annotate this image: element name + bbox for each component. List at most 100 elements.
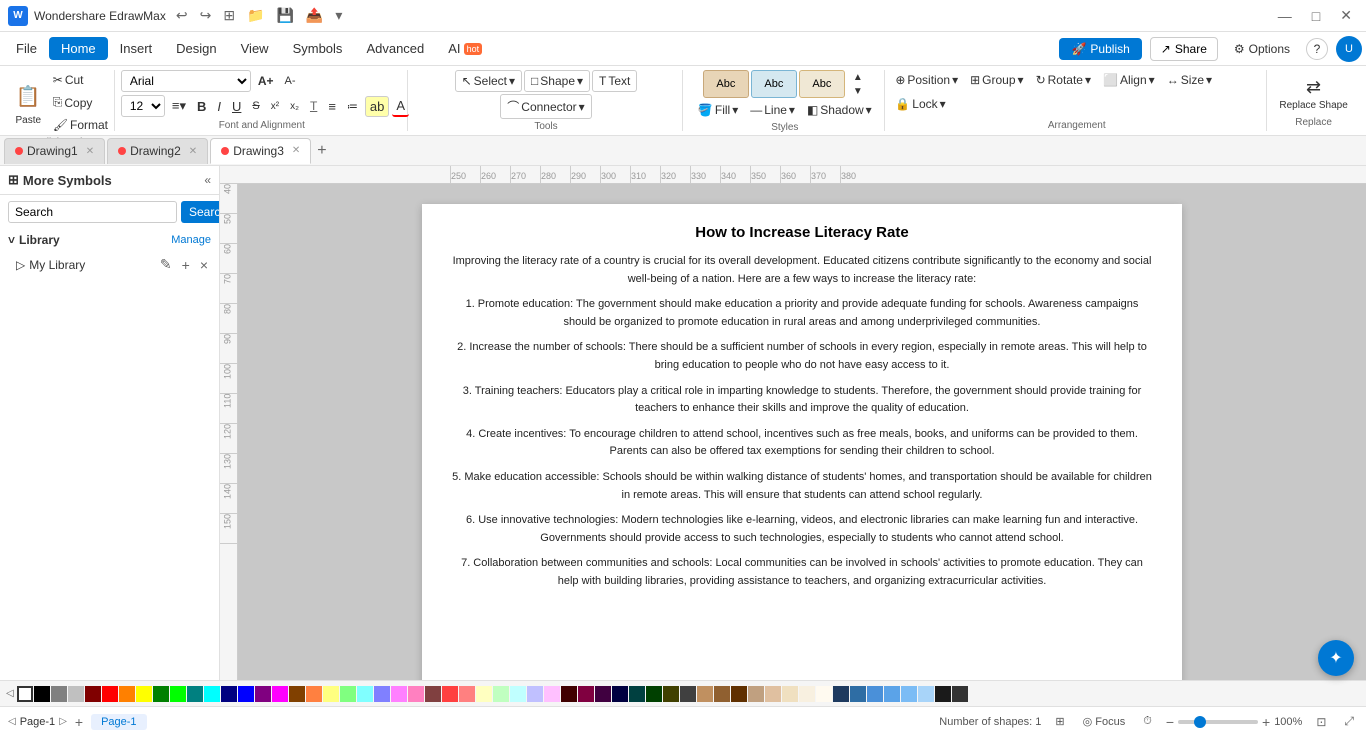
select-button[interactable]: ↖ Select ▾ — [455, 70, 522, 92]
scroll-styles-up-button[interactable]: ▲ — [849, 71, 867, 84]
menu-view[interactable]: View — [229, 37, 281, 60]
share-button[interactable]: ↗ Share — [1150, 37, 1218, 61]
color-swatch-plum[interactable] — [578, 686, 594, 702]
color-swatch-silver[interactable] — [68, 686, 84, 702]
fill-button[interactable]: 🪣 Fill▾ — [694, 100, 742, 120]
color-swatch-nearblack[interactable] — [935, 686, 951, 702]
strikethrough-button[interactable]: S — [248, 98, 263, 114]
shape-button[interactable]: □ Shape ▾ — [524, 70, 590, 92]
connector-button[interactable]: ⌒ Connector ▾ — [500, 94, 591, 119]
copy-button[interactable]: ⎘ Copy — [49, 92, 112, 113]
style-shape-2[interactable]: Abc — [751, 70, 797, 98]
color-swatch-cream[interactable] — [476, 686, 492, 702]
tab-close-drawing1[interactable]: ✕ — [86, 146, 94, 157]
color-swatch-maroon[interactable] — [85, 686, 101, 702]
fit-page-button[interactable]: ⊡ — [1312, 713, 1330, 731]
color-swatch-floralwhite[interactable] — [816, 686, 832, 702]
canvas-page[interactable]: How to Increase Literacy Rate Improving … — [422, 204, 1182, 680]
color-swatch-tan[interactable] — [697, 686, 713, 702]
color-swatch-black[interactable] — [34, 686, 50, 702]
color-swatch-salmon[interactable] — [306, 686, 322, 702]
size-button[interactable]: ↔ Size▾ — [1163, 70, 1216, 90]
close-button[interactable]: ✕ — [1334, 5, 1358, 26]
subscript-button[interactable]: x₂ — [286, 99, 303, 114]
color-swatch-oldlace[interactable] — [799, 686, 815, 702]
font-color-button[interactable]: A — [392, 96, 409, 117]
style-shape-3[interactable]: Abc — [799, 70, 845, 98]
menu-advanced[interactable]: Advanced — [354, 37, 436, 60]
color-swatch-steelblue[interactable] — [850, 686, 866, 702]
help-button[interactable]: ? — [1306, 38, 1328, 60]
color-swatch-lightcyan[interactable] — [357, 686, 373, 702]
ai-assistant-button[interactable]: ✦ — [1318, 640, 1354, 676]
color-swatch-darkplum[interactable] — [595, 686, 611, 702]
rotate-button[interactable]: ↻ Rotate▾ — [1032, 70, 1095, 90]
manage-link[interactable]: Manage — [171, 234, 211, 246]
highlight-button[interactable]: ab — [365, 96, 389, 117]
new-button[interactable]: ⊞ — [219, 5, 239, 26]
active-page-tab[interactable]: Page-1 — [91, 714, 146, 730]
color-swatch-orange[interactable] — [119, 686, 135, 702]
color-swatch-darkmaroon[interactable] — [561, 686, 577, 702]
canvas[interactable]: How to Increase Literacy Rate Improving … — [238, 184, 1366, 680]
italic-button[interactable]: I — [213, 97, 225, 116]
export-button[interactable]: 📤 — [302, 5, 327, 26]
color-arrow-left[interactable]: ◁ — [4, 688, 16, 699]
color-swatch-magenta[interactable] — [272, 686, 288, 702]
style-shape-1[interactable]: Abc — [703, 70, 749, 98]
my-library-edit-button[interactable]: ✎ — [157, 255, 175, 274]
options-button[interactable]: ⚙ Options — [1226, 38, 1298, 60]
line-button[interactable]: — Line▾ — [746, 100, 799, 120]
shadow-button[interactable]: ◧ Shadow▾ — [803, 100, 876, 120]
group-button[interactable]: ⊞ Group▾ — [966, 70, 1027, 90]
superscript-button[interactable]: x² — [267, 99, 283, 114]
color-swatch-darkblue2[interactable] — [833, 686, 849, 702]
search-input[interactable] — [8, 201, 177, 223]
tab-close-drawing2[interactable]: ✕ — [189, 146, 197, 157]
expand-button[interactable]: ⤢ — [1340, 712, 1358, 731]
zoom-in-button[interactable]: + — [1262, 714, 1270, 730]
line-spacing-button[interactable]: ≡ — [324, 97, 340, 116]
cut-button[interactable]: ✂ Cut — [49, 70, 112, 90]
color-swatch-bisque[interactable] — [765, 686, 781, 702]
replace-shape-button[interactable]: ⇄ Replace Shape — [1271, 73, 1355, 115]
save-button[interactable]: 💾 — [272, 5, 297, 26]
color-swatch-red[interactable] — [102, 686, 118, 702]
color-swatch-gray[interactable] — [51, 686, 67, 702]
no-fill-swatch[interactable] — [17, 686, 33, 702]
next-page-button[interactable]: ▷ — [59, 716, 67, 727]
menu-symbols[interactable]: Symbols — [281, 37, 355, 60]
color-swatch-purple[interactable] — [255, 686, 271, 702]
increase-font-button[interactable]: A+ — [254, 72, 278, 90]
maximize-button[interactable]: □ — [1306, 5, 1326, 26]
color-swatch-verydarkgray[interactable] — [952, 686, 968, 702]
underline-button[interactable]: U — [228, 97, 245, 116]
layers-button[interactable]: ⊞ — [1051, 713, 1068, 730]
color-swatch-green[interactable] — [153, 686, 169, 702]
my-library-close-button[interactable]: × — [197, 255, 211, 274]
bold-button[interactable]: B — [193, 97, 210, 116]
tab-drawing2[interactable]: Drawing2 ✕ — [107, 138, 208, 164]
color-swatch-lightgreen[interactable] — [340, 686, 356, 702]
color-swatch-teal[interactable] — [187, 686, 203, 702]
paste-button[interactable]: 📋 — [10, 80, 47, 113]
font-size-select[interactable]: 12 — [121, 95, 165, 117]
open-button[interactable]: 📁 — [243, 5, 268, 26]
more-text-button[interactable]: T — [306, 97, 321, 115]
color-swatch-lime[interactable] — [170, 686, 186, 702]
user-avatar[interactable]: U — [1336, 36, 1362, 62]
color-swatch-olive[interactable] — [663, 686, 679, 702]
sidebar-collapse-button[interactable]: « — [204, 173, 211, 187]
zoom-out-button[interactable]: − — [1166, 714, 1174, 730]
color-swatch-cornflower[interactable] — [867, 686, 883, 702]
color-swatch-lightred[interactable] — [442, 686, 458, 702]
color-swatch-lightyellow[interactable] — [323, 686, 339, 702]
color-swatch-lightblue[interactable] — [901, 686, 917, 702]
bullet-button[interactable]: ≔ — [343, 98, 362, 115]
publish-button[interactable]: 🚀 Publish — [1059, 38, 1141, 60]
position-button[interactable]: ⊕ Position▾ — [891, 70, 962, 90]
color-swatch-skyblue[interactable] — [884, 686, 900, 702]
color-swatch-paleblue[interactable] — [918, 686, 934, 702]
color-swatch-darkgray[interactable] — [680, 686, 696, 702]
color-swatch-navy[interactable] — [221, 686, 237, 702]
